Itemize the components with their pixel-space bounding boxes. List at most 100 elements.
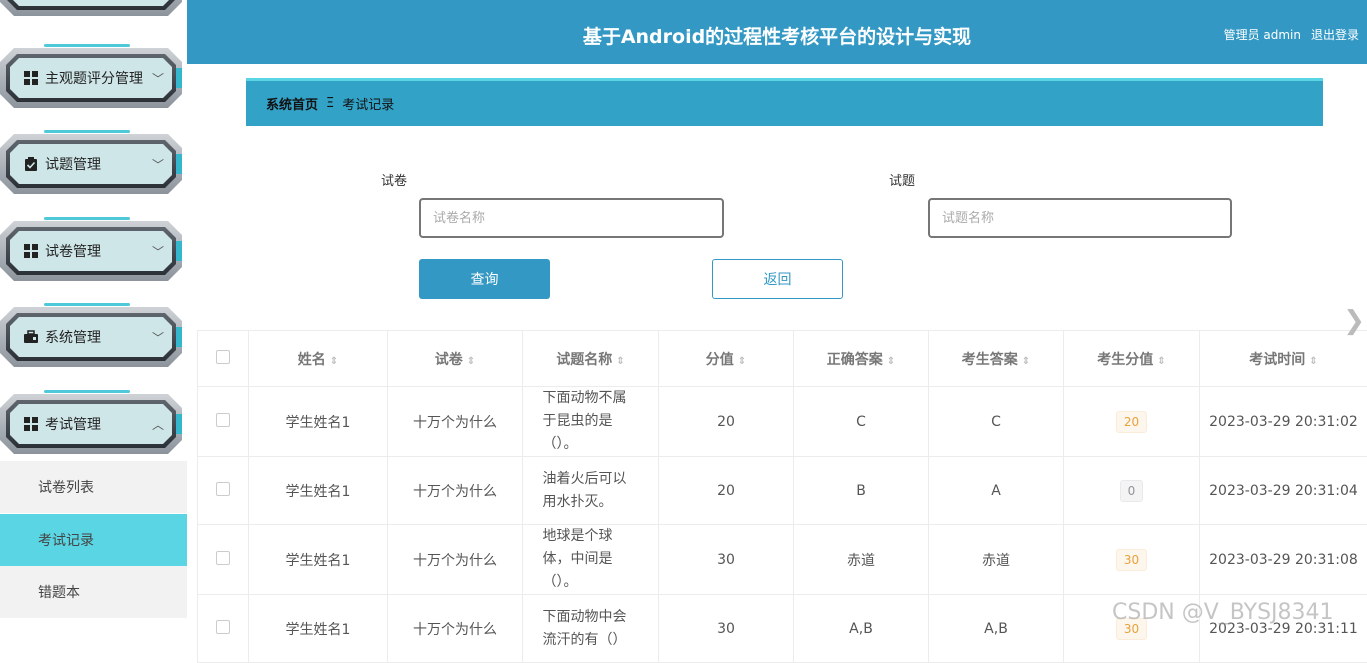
grid-icon [23,243,39,259]
column-header-label: 分值 [706,352,734,368]
cell-points: 30 [659,595,794,663]
cell-correct-answer: B [794,457,929,525]
sidebar-item-label: 主观题评分管理 [45,68,152,88]
cell-question: 地球是个球体，中间是（）。 [523,525,659,595]
cell-student-answer: A [929,457,1064,525]
cell-name: 学生姓名1 [249,595,388,663]
column-header-label: 考生答案 [962,352,1018,368]
row-checkbox[interactable] [216,482,230,496]
sidebar-item-label: 系统管理 [45,327,152,347]
row-select-cell [198,387,249,457]
row-select-cell [198,457,249,525]
select-all-checkbox[interactable] [216,350,230,364]
table-row: 学生姓名1 十万个为什么 地球是个球体，中间是（）。 30 赤道 赤道 30 2… [198,525,1367,595]
question-text: 油着火后可以用水扑灭。 [543,468,639,514]
sort-icon[interactable]: ⇕ [1022,356,1030,367]
question-text: 地球是个球体，中间是（）。 [543,525,639,594]
row-select-cell [198,595,249,663]
column-header-exam-time[interactable]: 考试时间⇕ [1200,331,1367,387]
sort-icon[interactable]: ⇕ [330,356,338,367]
logout-link[interactable]: 退出登录 [1311,26,1359,43]
current-user: 管理员 admin [1224,26,1301,43]
sidebar-item-label: 试卷管理 [45,241,152,261]
cell-student-answer: 赤道 [929,525,1064,595]
sidebar-item-question-management[interactable]: 试题管理 ﹀ [0,134,182,194]
column-header-student-answer[interactable]: 考生答案 ⇕ [929,331,1064,387]
menu-deco [44,390,130,393]
sort-icon[interactable]: ⇕ [1309,356,1317,367]
watermark: CSDN @V_BYSJ8341 [1112,600,1334,625]
chevron-right-icon[interactable]: ❯ [1343,306,1365,336]
breadcrumb-current: 考试记录 [342,94,394,113]
sidebar-item-label: 试题管理 [45,154,152,174]
column-header-paper[interactable]: 试卷⇕ [388,331,523,387]
row-checkbox[interactable] [216,620,230,634]
sort-icon[interactable]: ⇕ [887,356,895,367]
paper-label: 试卷 [381,170,407,189]
sort-icon[interactable]: ⇕ [616,356,624,367]
sidebar-subitem-wrong-book[interactable]: 错题本 [0,566,187,618]
row-checkbox[interactable] [216,413,230,427]
column-header-correct-answer[interactable]: 正确答案⇕ [794,331,929,387]
column-header-points[interactable]: 分值 ⇕ [659,331,794,387]
cell-exam-time: 2023-03-29 20:31:04 [1200,457,1367,525]
question-text: 下面动物不属于昆虫的是（）。 [543,387,639,456]
column-header-name[interactable]: 姓名 ⇕ [249,331,388,387]
sidebar-subitem-label: 试卷列表 [38,477,94,497]
sidebar-subitem-paper-list[interactable]: 试卷列表 [0,461,187,513]
grid-icon [23,70,39,86]
cell-paper: 十万个为什么 [388,525,523,595]
column-header-student-score[interactable]: 考生分值⇕ [1064,331,1200,387]
cell-name: 学生姓名1 [249,525,388,595]
breadcrumb-home[interactable]: 系统首页 [266,94,318,113]
sidebar-item-paper-management[interactable]: 试卷管理 ﹀ [0,221,182,281]
briefcase-icon [23,329,39,345]
chevron-down-icon: ﹀ [152,70,164,87]
cell-points: 20 [659,387,794,457]
clipboard-check-icon [23,156,39,172]
query-button[interactable]: 查询 [419,259,550,299]
sidebar-item-system-management[interactable]: 系统管理 ﹀ [0,307,182,367]
table-row: 学生姓名1 十万个为什么 下面动物不属于昆虫的是（）。 20 C C 20 20… [198,387,1367,457]
sidebar-subitem-label: 错题本 [38,582,80,602]
cell-paper: 十万个为什么 [388,595,523,663]
sort-icon[interactable]: ⇕ [738,356,746,367]
cell-student-score: 0 [1064,457,1200,525]
question-name-input[interactable] [928,198,1232,238]
cell-correct-answer: A,B [794,595,929,663]
row-checkbox[interactable] [216,551,230,565]
question-text: 下面动物中会流汗的有（） [543,606,639,652]
table-header-row: 姓名 ⇕ 试卷⇕ 试题名称 ⇕ 分值 ⇕ 正确答案⇕ 考生答案 ⇕ 考生分值⇕ 考试时间… [198,331,1367,387]
sort-icon[interactable]: ⇕ [467,356,475,367]
row-select-cell [198,525,249,595]
sidebar: 主观题评分管理 ﹀ 试题管理 ﹀ 试卷管理 ﹀ [0,0,187,638]
chevron-down-icon: ﹀ [152,329,164,346]
cell-name: 学生姓名1 [249,387,388,457]
menu-deco [44,303,130,306]
question-label: 试题 [889,170,915,189]
cell-paper: 十万个为什么 [388,387,523,457]
menu-deco [44,44,130,47]
sort-icon[interactable]: ⇕ [1157,356,1165,367]
back-button[interactable]: 返回 [712,259,843,299]
cell-exam-time: 2023-03-29 20:31:02 [1200,387,1367,457]
cell-question: 下面动物不属于昆虫的是（）。 [523,387,659,457]
sidebar-item-exam-management[interactable]: 考试管理 ︿ [0,394,182,454]
column-header-label: 姓名 [298,352,326,368]
cell-points: 30 [659,525,794,595]
cell-name: 学生姓名1 [249,457,388,525]
sidebar-item-subjective-grading[interactable]: 主观题评分管理 ﹀ [0,48,182,108]
breadcrumb-separator-icon: Ξ [326,96,334,111]
cell-paper: 十万个为什么 [388,457,523,525]
cell-correct-answer: 赤道 [794,525,929,595]
column-header-label: 试题名称 [556,352,612,368]
cell-student-answer: A,B [929,595,1064,663]
chevron-down-icon: ﹀ [152,156,164,173]
sidebar-menu-item-hidden[interactable] [0,0,182,16]
column-header-question[interactable]: 试题名称 ⇕ [523,331,659,387]
cell-question: 油着火后可以用水扑灭。 [523,457,659,525]
chevron-up-icon: ︿ [152,416,164,433]
sidebar-subitem-exam-records[interactable]: 考试记录 [0,514,187,566]
paper-name-input[interactable] [419,198,724,238]
grid-icon [23,416,39,432]
